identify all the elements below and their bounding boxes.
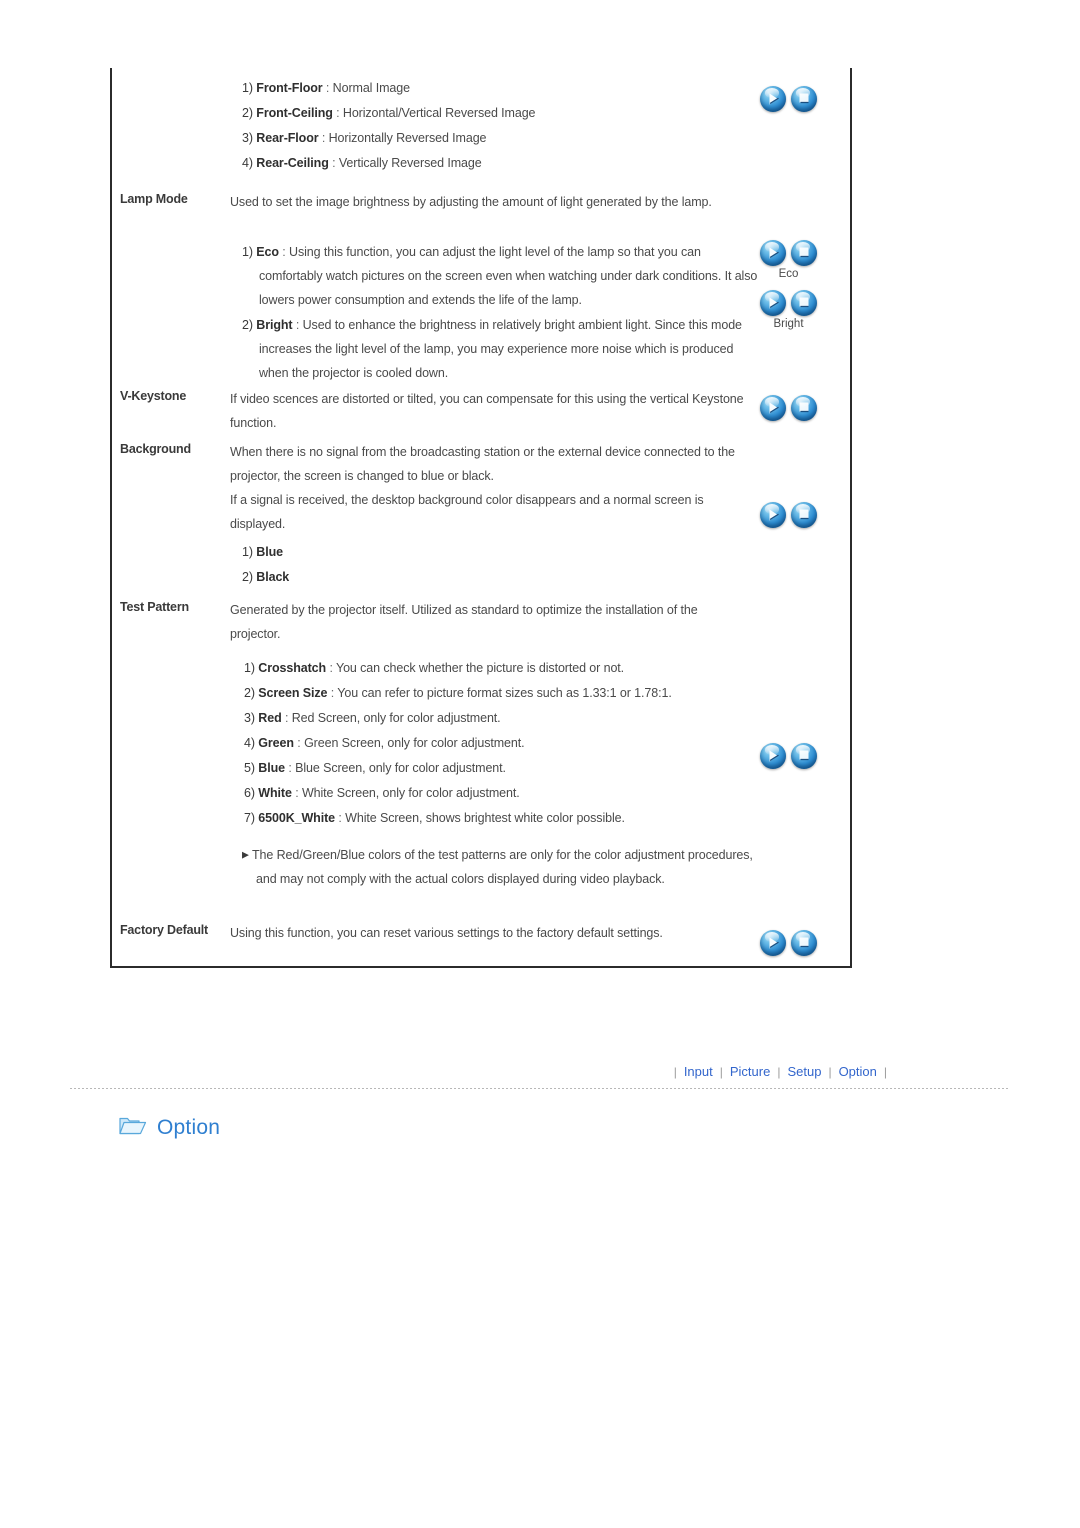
nav-link-option[interactable]: Option <box>839 1064 877 1079</box>
term-factory-default: Factory Default <box>120 923 208 937</box>
nav-divider: | <box>777 1065 781 1079</box>
specification-frame: 1) Front-Floor : Normal Image 2) Front-C… <box>110 68 852 968</box>
control-buttons-v-keystone[interactable] <box>760 395 817 421</box>
control-buttons-background[interactable] <box>760 502 817 528</box>
list-item: 2) Screen Size : You can refer to pictur… <box>244 686 672 700</box>
projection-list: 1) Front-Floor : Normal Image 2) Front-C… <box>242 76 762 176</box>
list-item: 5) Blue : Blue Screen, only for color ad… <box>244 761 506 775</box>
desc-background-1: When there is no signal from the broadca… <box>230 445 735 483</box>
nav-link-picture[interactable]: Picture <box>730 1064 770 1079</box>
control-buttons-projection[interactable] <box>760 86 817 112</box>
list-item: 3) Rear-Floor : Horizontally Reversed Im… <box>242 131 487 145</box>
term-test-pattern: Test Pattern <box>120 600 189 614</box>
play-button-icon[interactable] <box>760 290 786 316</box>
nav-divider: | <box>719 1065 723 1079</box>
note-text: The Red/Green/Blue colors of the test pa… <box>251 848 753 886</box>
section-heading: Option <box>118 1112 220 1143</box>
enter-button-icon[interactable] <box>791 86 817 112</box>
background-list: 1) Blue 2) Black <box>242 540 762 590</box>
footer-navigation: | Input | Picture | Setup | Option | <box>0 1064 1080 1079</box>
enter-button-icon[interactable] <box>791 743 817 769</box>
desc-test-pattern: Generated by the projector itself. Utili… <box>230 603 698 641</box>
enter-button-icon[interactable] <box>791 290 817 316</box>
list-item: 1) Front-Floor : Normal Image <box>242 81 410 95</box>
label-bright: Bright <box>773 318 804 330</box>
play-button-icon[interactable] <box>760 240 786 266</box>
list-item: 4) Rear-Ceiling : Vertically Reversed Im… <box>242 156 482 170</box>
lamp-mode-list: 1) Eco : Using this function, you can ad… <box>242 240 762 386</box>
test-pattern-list: 1) Crosshatch : You can check whether th… <box>244 656 764 831</box>
nav-link-setup[interactable]: Setup <box>787 1064 821 1079</box>
list-item: 1) Crosshatch : You can check whether th… <box>244 661 625 675</box>
enter-button-icon[interactable] <box>791 930 817 956</box>
list-item: 2) Front-Ceiling : Horizontal/Vertical R… <box>242 106 536 120</box>
control-buttons-eco[interactable]: Eco <box>760 240 817 280</box>
control-buttons-bright[interactable]: Bright <box>760 290 817 330</box>
term-background: Background <box>120 442 191 456</box>
nav-link-input[interactable]: Input <box>684 1064 713 1079</box>
list-item: 6) White : White Screen, only for color … <box>244 786 520 800</box>
folder-icon <box>118 1112 148 1143</box>
enter-button-icon[interactable] <box>791 395 817 421</box>
play-button-icon[interactable] <box>760 395 786 421</box>
list-item: 1) Blue <box>242 545 283 559</box>
label-eco: Eco <box>778 268 799 280</box>
nav-divider: | <box>673 1065 677 1079</box>
nav-divider: | <box>828 1065 832 1079</box>
list-item: 3) Red : Red Screen, only for color adju… <box>244 711 501 725</box>
desc-factory-default: Using this function, you can reset vario… <box>230 926 663 940</box>
list-item: 2) Bright : Used to enhance the brightne… <box>242 318 742 380</box>
nav-divider: | <box>883 1065 887 1079</box>
section-title: Option <box>157 1115 221 1139</box>
test-pattern-note: ▶ The Red/Green/Blue colors of the test … <box>242 843 756 891</box>
list-item: 1) Eco : Using this function, you can ad… <box>242 245 758 307</box>
desc-v-keystone: If video scences are distorted or tilted… <box>230 392 744 430</box>
term-lamp-mode: Lamp Mode <box>120 192 188 206</box>
list-item: 7) 6500K_White : White Screen, shows bri… <box>244 811 625 825</box>
triangle-marker-icon: ▶ <box>242 849 249 860</box>
control-buttons-test-pattern[interactable] <box>760 743 817 769</box>
play-button-icon[interactable] <box>760 930 786 956</box>
desc-lamp-mode: Used to set the image brightness by adju… <box>230 195 712 209</box>
enter-button-icon[interactable] <box>791 240 817 266</box>
play-button-icon[interactable] <box>760 743 786 769</box>
footer-divider-rule <box>70 1088 1010 1089</box>
control-buttons-factory-default[interactable] <box>760 930 817 956</box>
enter-button-icon[interactable] <box>791 502 817 528</box>
play-button-icon[interactable] <box>760 502 786 528</box>
list-item: 4) Green : Green Screen, only for color … <box>244 736 525 750</box>
desc-background-2: If a signal is received, the desktop bac… <box>230 493 704 531</box>
list-item: 2) Black <box>242 570 290 584</box>
term-v-keystone: V-Keystone <box>120 389 187 403</box>
play-button-icon[interactable] <box>760 86 786 112</box>
